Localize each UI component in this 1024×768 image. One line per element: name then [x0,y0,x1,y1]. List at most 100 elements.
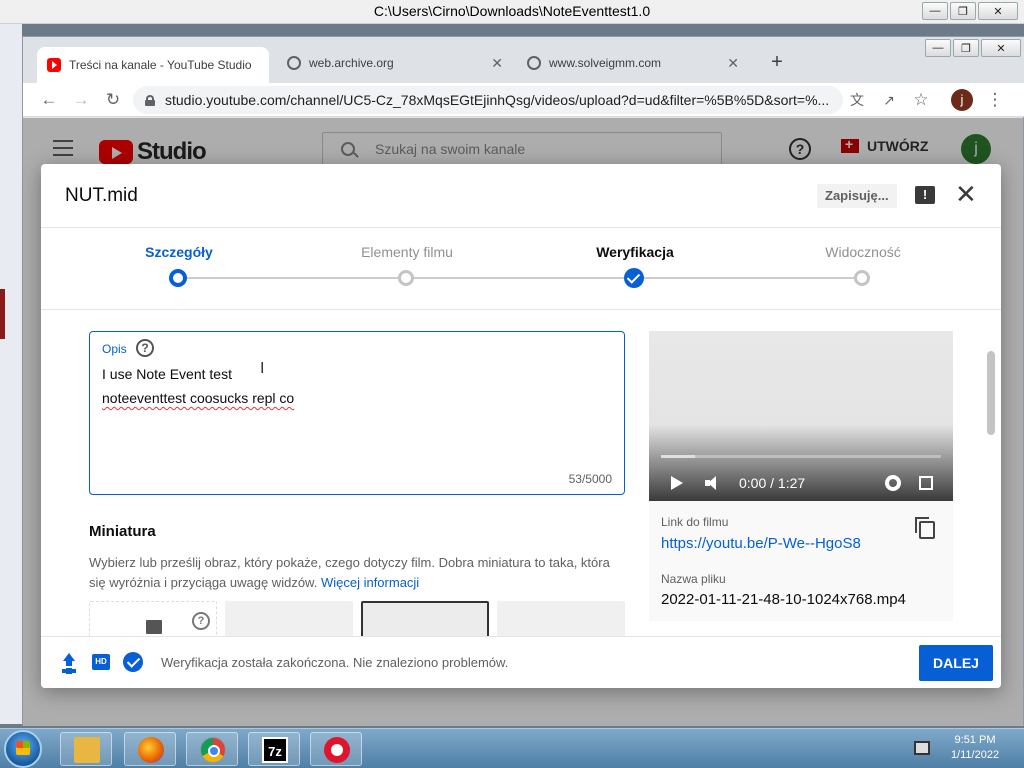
feedback-icon[interactable]: ! [915,186,935,204]
clock-date: 1/11/2022 [950,749,1000,761]
settings-gear-icon[interactable] [885,475,901,491]
taskbar-explorer[interactable] [60,732,112,766]
outer-window-title: C:\Users\Cirno\Downloads\NoteEventtest1.… [373,3,651,19]
taskbar-chrome[interactable] [186,732,238,766]
forward-arrow-icon[interactable]: → [69,88,93,112]
step-label: Elementy filmu [361,244,453,260]
address-bar[interactable]: studio.youtube.com/channel/UC5-Cz_78xMqs… [133,86,843,114]
tab-youtube-studio[interactable]: Treści na kanale - YouTube Studio [37,47,269,83]
volume-icon[interactable] [705,475,723,491]
minimize-button[interactable]: — [925,39,951,57]
thumbnail-description: Wybierz lub prześlij obraz, który pokaże… [89,553,629,593]
video-link-label: Link do filmu [661,515,729,529]
maximize-button[interactable]: ❐ [953,39,979,57]
tab-solveigmm[interactable]: www.solveigmm.com ✕ [517,47,749,79]
dialog-header: NUT.mid Zapisuję... ! ✕ [41,164,1001,228]
minimize-button[interactable]: — [922,2,948,20]
play-icon[interactable] [671,476,683,490]
tab-label: Treści na kanale - YouTube Studio [69,58,252,72]
network-tray-icon[interactable] [914,741,930,755]
saving-status-chip: Zapisuję... [817,184,897,208]
browser-toolbar: ← → ↻ studio.youtube.com/channel/UC5-Cz_… [23,83,1024,117]
taskbar-recorder[interactable] [310,732,362,766]
close-button[interactable]: ✕ [981,39,1021,57]
lock-icon [145,94,155,106]
video-player[interactable]: 0:00 / 1:27 [649,331,953,501]
youtube-favicon-icon [47,58,61,72]
globe-icon [527,56,541,70]
start-button[interactable] [4,730,42,768]
upload-stepper: Szczegóły Elementy filmu Weryfikacja Wid… [41,228,1001,310]
thumbnail-title: Miniatura [89,523,156,540]
description-line-2: noteeventtest coosucks repl co [102,390,295,406]
tab-close-icon[interactable]: ✕ [491,55,503,72]
help-icon[interactable]: ? [136,339,154,357]
profile-avatar[interactable]: j [951,89,973,111]
bookmark-star-icon[interactable]: ☆ [909,88,933,112]
fullscreen-icon[interactable] [919,476,933,490]
character-count: 53/5000 [568,472,612,486]
thumbnail-option-selected[interactable] [361,601,489,636]
record-icon [324,737,350,763]
description-text[interactable]: I use Note Event test noteeventtest coos… [102,362,294,410]
step-current-indicator [169,269,187,287]
taskbar-clock[interactable]: 9:51 PM 1/11/2022 [940,733,1010,763]
browser-window-controls: — ❐ ✕ [925,39,1021,57]
dialog-scrollbar[interactable] [987,351,995,435]
thumbnail-option[interactable] [497,601,625,636]
tab-strip: Treści na kanale - YouTube Studio web.ar… [23,37,1024,83]
firefox-icon [138,737,164,763]
video-preview-card: 0:00 / 1:27 Link do filmu https://youtu.… [649,331,953,621]
reload-icon[interactable]: ↻ [101,88,125,112]
thumbnail-options: ? [89,601,625,636]
help-icon[interactable]: ? [192,612,210,630]
menu-kebab-icon[interactable]: ⋮ [983,88,1007,112]
upload-dialog: NUT.mid Zapisuję... ! ✕ Szczegóły Elemen… [41,164,1001,688]
new-tab-button[interactable]: + [765,51,789,75]
next-button[interactable]: DALEJ [919,645,993,681]
dialog-close-icon[interactable]: ✕ [955,180,977,208]
taskbar: 7z 9:51 PM 1/11/2022 [0,728,1024,768]
upload-thumbnail-button[interactable]: ? [89,601,217,636]
hd-icon: HD [92,654,110,670]
file-name: 2022-01-11-21-48-10-1024x768.mp4 [661,591,906,608]
description-label: Opis [102,342,127,356]
tab-close-icon[interactable]: ✕ [727,55,739,72]
maximize-button[interactable]: ❐ [950,2,976,20]
video-progress-bar[interactable] [661,455,941,458]
outer-window-controls: — ❐ ✕ [922,2,1018,20]
outer-window-sidebar [0,24,22,724]
tab-label: www.solveigmm.com [549,56,662,70]
dialog-footer: HD Weryfikacja została zakończona. Nie z… [41,636,1001,688]
dialog-body: Opis ? I use Note Event test noteeventte… [41,311,1001,636]
step-pending-indicator [398,270,414,286]
globe-icon [287,56,301,70]
upload-icon [61,653,77,671]
video-time: 0:00 / 1:27 [739,475,806,491]
close-button[interactable]: ✕ [978,2,1018,20]
description-field[interactable]: Opis ? I use Note Event test noteeventte… [89,331,625,495]
check-circle-icon [123,652,143,672]
copy-icon[interactable] [915,517,935,539]
tab-label: web.archive.org [309,56,394,70]
thumbnail-option[interactable] [225,601,353,636]
taskbar-7zip[interactable]: 7z [248,732,300,766]
back-arrow-icon[interactable]: ← [37,88,61,112]
step-label: Weryfikacja [596,244,674,260]
file-name-label: Nazwa pliku [661,572,726,586]
outer-window-titlebar: C:\Users\Cirno\Downloads\NoteEventtest1.… [0,0,1024,24]
step-label: Widoczność [825,244,901,260]
chrome-icon [200,737,226,763]
checks-status-text: Weryfikacja została zakończona. Nie znal… [161,655,509,670]
taskbar-firefox[interactable] [124,732,176,766]
step-label: Szczegóły [145,244,213,260]
description-line-1: I use Note Event test [102,366,232,382]
tab-web-archive[interactable]: web.archive.org ✕ [277,47,513,79]
add-image-icon [146,620,162,634]
more-info-link[interactable]: Więcej informacji [321,575,419,590]
url-text: studio.youtube.com/channel/UC5-Cz_78xMqs… [165,92,830,108]
share-icon[interactable]: ↗ [877,88,901,112]
translate-icon[interactable]: 文 [845,88,869,112]
video-link[interactable]: https://youtu.be/P-We--HgoS8 [661,535,861,552]
text-cursor-icon: I [260,360,265,377]
